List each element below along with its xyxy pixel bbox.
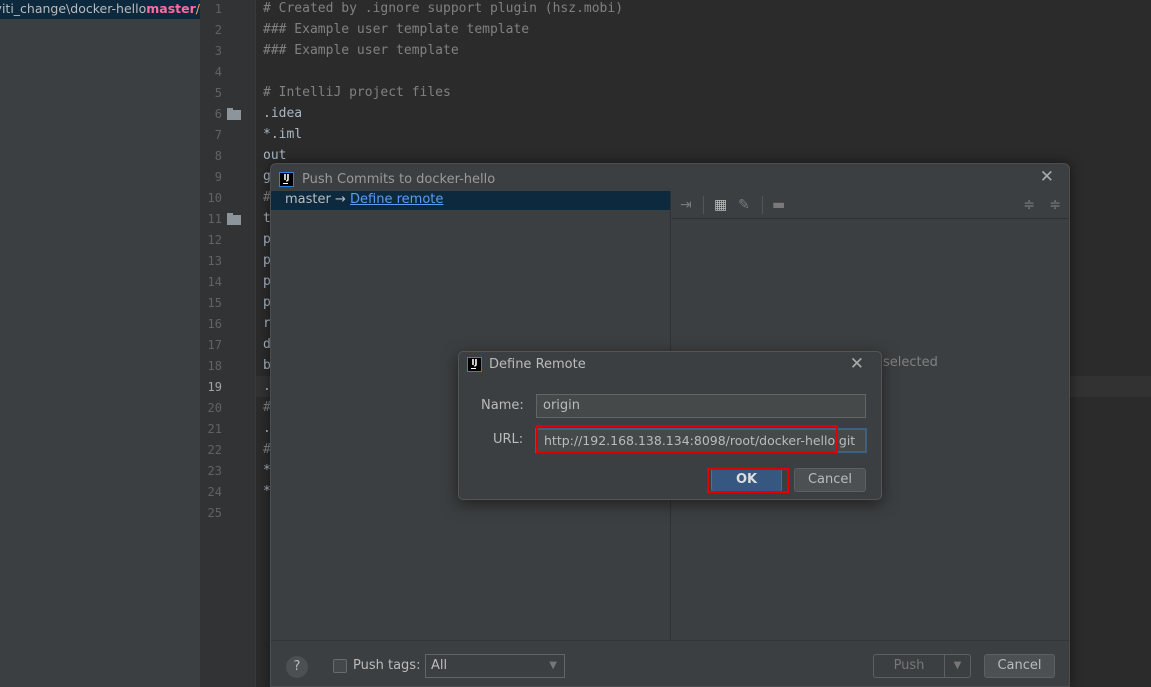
line-number: 9 <box>214 170 222 184</box>
dialog-title: Push Commits to docker-hello <box>302 171 496 187</box>
code-line: # Created by .ignore support plugin (hsz… <box>263 1 624 16</box>
line-number: 8 <box>214 149 222 163</box>
name-input[interactable]: origin <box>536 394 866 418</box>
line-number: 19 <box>207 380 222 394</box>
code-line: # IntelliJ project files <box>263 85 451 100</box>
line-number: 4 <box>214 65 222 79</box>
name-label: Name: <box>481 398 524 413</box>
dialog-footer: ? Push tags: All ▼ Push ▼ Cancel <box>271 640 1069 687</box>
toolbar-separator <box>762 196 763 214</box>
collapse-all-icon[interactable]: ≑ <box>1049 197 1061 213</box>
collapse-icon[interactable]: ⇥ <box>680 197 692 213</box>
details-toolbar: ⇥ ▦ ✎ ▬ ≑ ≑ <box>672 191 1069 219</box>
line-number: 21 <box>207 422 222 436</box>
code-line: ### Example user template <box>263 43 459 58</box>
line-number: 14 <box>207 275 222 289</box>
folder-icon <box>227 213 241 225</box>
line-number: 7 <box>214 128 222 142</box>
push-tags-label: Push tags: <box>353 658 421 673</box>
expand-all-icon[interactable]: ≑ <box>1023 197 1035 213</box>
line-number: 10 <box>207 191 222 205</box>
intellij-logo-icon: IJ <box>467 357 482 372</box>
push-tags-checkbox[interactable] <box>333 659 347 673</box>
line-number: 13 <box>207 254 222 268</box>
line-number: 18 <box>207 359 222 373</box>
code-line: *.iml <box>263 127 303 142</box>
branch-label: master <box>146 1 196 16</box>
ok-highlight-box <box>707 468 789 493</box>
define-remote-link[interactable]: Define remote <box>350 192 443 207</box>
project-panel <box>0 0 200 687</box>
branch-name: master <box>285 192 331 207</box>
define-remote-dialog: IJ Define Remote ✕ Name: origin URL: htt… <box>458 351 882 500</box>
intellij-logo-icon: IJ <box>279 171 294 187</box>
line-number: 1 <box>214 2 222 16</box>
no-selection-text: selected <box>883 355 938 370</box>
close-icon[interactable]: ✕ <box>850 356 864 373</box>
line-number: 15 <box>207 296 222 310</box>
code-line: out <box>263 148 287 163</box>
group-by-icon[interactable]: ▦ <box>714 197 727 213</box>
arrow-icon: → <box>334 192 346 207</box>
line-number: 23 <box>207 464 222 478</box>
code-line: .idea <box>263 106 303 121</box>
line-number: 5 <box>214 86 222 100</box>
code-line: ### Example user template template <box>263 22 530 37</box>
line-number: 17 <box>207 338 222 352</box>
url-label: URL: <box>493 432 524 447</box>
line-number: 20 <box>207 401 222 415</box>
line-number: 12 <box>207 233 222 247</box>
close-icon[interactable]: ✕ <box>1040 169 1054 186</box>
line-number: 3 <box>214 44 222 58</box>
project-path[interactable]: tiviti_change\docker-hellomaster/ <box>0 0 200 19</box>
line-number: 24 <box>207 485 222 499</box>
chevron-down-icon: ▼ <box>549 660 557 671</box>
line-number: 25 <box>207 506 222 520</box>
line-number: 11 <box>207 212 222 226</box>
help-button[interactable]: ? <box>286 656 308 678</box>
path-text: tiviti_change\docker-hello <box>0 1 147 16</box>
line-number: 16 <box>207 317 222 331</box>
cancel-button[interactable]: Cancel <box>794 468 866 492</box>
edit-icon[interactable]: ✎ <box>738 197 750 213</box>
folder-icon <box>227 108 241 120</box>
dialog-title-bar: IJ Push Commits to docker-hello <box>279 170 495 188</box>
preview-icon[interactable]: ▬ <box>772 197 785 213</box>
line-number: 22 <box>207 443 222 457</box>
push-button[interactable]: Push <box>873 654 945 678</box>
push-options-dropdown[interactable]: ▼ <box>944 654 971 678</box>
toolbar-separator <box>703 196 704 214</box>
dialog-title: Define Remote <box>489 357 586 372</box>
push-tags-select[interactable]: All ▼ <box>425 654 565 678</box>
line-number: 6 <box>214 107 222 121</box>
branch-row[interactable]: master → Define remote <box>271 191 670 210</box>
url-highlight-box <box>536 425 838 453</box>
push-tags-value: All <box>431 658 448 673</box>
line-number: 2 <box>214 23 222 37</box>
cancel-button[interactable]: Cancel <box>984 654 1055 678</box>
